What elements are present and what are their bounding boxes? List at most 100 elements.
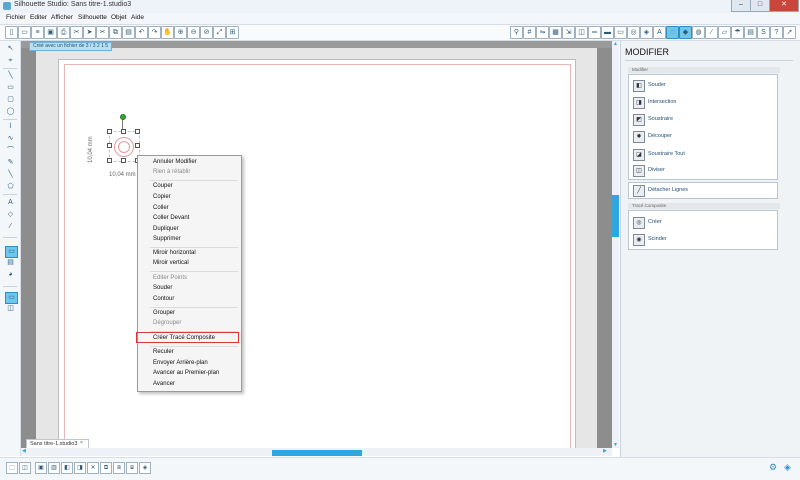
horizontal-scroll-thumb[interactable] bbox=[272, 450, 362, 456]
new-document-icon[interactable]: ▯ bbox=[5, 26, 18, 39]
select-all-icon[interactable]: ⬚ bbox=[6, 462, 18, 474]
rounded-rect-tool-icon[interactable]: ▢ bbox=[5, 95, 16, 105]
scroll-right-icon[interactable]: ▶ bbox=[603, 448, 607, 454]
ellipse-tool-icon[interactable]: ◯ bbox=[5, 107, 16, 117]
library-icon[interactable]: ≡ bbox=[31, 26, 44, 39]
release-compound-icon[interactable]: ◨ bbox=[74, 462, 86, 474]
eraser-icon[interactable]: ▱ bbox=[718, 26, 731, 39]
menu-afficher[interactable]: Afficher bbox=[51, 14, 73, 21]
library-panel-icon[interactable]: ▤ bbox=[744, 26, 757, 39]
ctx-weld[interactable]: Souder bbox=[153, 285, 172, 291]
knife-tool-icon[interactable]: ⁄ bbox=[5, 222, 16, 232]
page-settings-icon[interactable]: ⚲ bbox=[510, 26, 523, 39]
resize-handle-ne[interactable] bbox=[135, 129, 140, 134]
settings-gear-icon[interactable]: ⚙ bbox=[769, 462, 777, 473]
regular-polygon-tool-icon[interactable]: ⬠ bbox=[5, 182, 16, 192]
redo-icon[interactable]: ↷ bbox=[148, 26, 161, 39]
menu-editer[interactable]: Editer bbox=[30, 14, 47, 21]
ctx-bring-to-front[interactable]: Avancer au Premier-plan bbox=[153, 370, 219, 376]
ctx-cut[interactable]: Couper bbox=[153, 183, 173, 189]
menu-silhouette[interactable]: Silhouette bbox=[78, 14, 107, 21]
deselect-icon[interactable]: ◫ bbox=[19, 462, 31, 474]
resize-handle-n[interactable] bbox=[121, 129, 126, 134]
arc-tool-icon[interactable]: ⌒ bbox=[5, 146, 16, 156]
modify-icon[interactable]: ◆ bbox=[679, 26, 692, 39]
menu-objet[interactable]: Objet bbox=[111, 14, 127, 21]
rectangle-tool-icon[interactable]: ▭ bbox=[5, 83, 16, 93]
vertical-scroll-thumb[interactable] bbox=[612, 195, 619, 237]
resize-handle-s[interactable] bbox=[121, 158, 126, 163]
line-tool-icon[interactable]: ╲ bbox=[5, 71, 16, 81]
undo-icon[interactable]: ↶ bbox=[135, 26, 148, 39]
minimize-button[interactable]: – bbox=[731, 0, 751, 12]
replicate-icon[interactable]: ▦ bbox=[549, 26, 562, 39]
select-tool-icon[interactable]: ↖ bbox=[5, 44, 16, 54]
ctx-group[interactable]: Grouper bbox=[153, 310, 175, 316]
text-tool-icon[interactable]: A bbox=[5, 198, 16, 208]
menu-fichier[interactable]: Fichier bbox=[6, 14, 26, 21]
ctx-undo-modify[interactable]: Annuler Modifier bbox=[153, 159, 197, 165]
ctx-duplicate[interactable]: Dupliquer bbox=[153, 226, 179, 232]
ctx-mirror-horizontal[interactable]: Miroir horizontal bbox=[153, 250, 196, 256]
ctx-paste[interactable]: Coller bbox=[153, 205, 169, 211]
polygon-tool-icon[interactable]: ⌇ bbox=[5, 122, 16, 132]
eraser-tool-icon[interactable]: ◇ bbox=[5, 210, 16, 220]
send-icon[interactable]: ➤ bbox=[83, 26, 96, 39]
split-view-icon[interactable]: ◫ bbox=[5, 304, 16, 314]
trace-icon[interactable]: ◍ bbox=[692, 26, 705, 39]
line-style-icon[interactable]: ═ bbox=[588, 26, 601, 39]
panel-options-icon[interactable]: ◈ bbox=[784, 462, 791, 473]
menu-aide[interactable]: Aide bbox=[131, 14, 144, 21]
tab-close-icon[interactable]: × bbox=[80, 440, 83, 446]
duplicate-icon[interactable]: ⧉ bbox=[100, 462, 112, 474]
ctx-send-to-back[interactable]: Envoyer Arrière-plan bbox=[153, 360, 208, 366]
curve-tool-icon[interactable]: ∿ bbox=[5, 134, 16, 144]
point-edit-tool-icon[interactable]: ⌖ bbox=[5, 56, 16, 66]
zoom-page-icon[interactable]: ⊞ bbox=[226, 26, 239, 39]
fill-color-icon[interactable]: ▬ bbox=[601, 26, 614, 39]
rotate-handle[interactable] bbox=[120, 114, 126, 120]
paste-icon[interactable]: ▤ bbox=[122, 26, 135, 39]
zoom-fit-icon[interactable]: ⤢ bbox=[213, 26, 226, 39]
maximize-button[interactable]: □ bbox=[750, 0, 770, 12]
offset-icon[interactable]: ◌ bbox=[666, 26, 679, 39]
resize-handle-e[interactable] bbox=[135, 143, 140, 148]
knife-icon[interactable]: ∕ bbox=[705, 26, 718, 39]
copy-icon[interactable]: ⧉ bbox=[109, 26, 122, 39]
group-icon[interactable]: ▣ bbox=[35, 462, 47, 474]
ctx-send-backward[interactable]: Reculer bbox=[153, 349, 174, 355]
smooth-freehand-tool-icon[interactable]: ╲ bbox=[5, 170, 16, 180]
scroll-left-icon[interactable]: ◀ bbox=[22, 448, 26, 454]
open-folder-icon[interactable]: ▭ bbox=[18, 26, 31, 39]
bring-forward-icon[interactable]: ⧈ bbox=[113, 462, 125, 474]
library-view-icon[interactable]: ▤ bbox=[5, 258, 16, 268]
grid-settings-icon[interactable]: # bbox=[523, 26, 536, 39]
cut-to-silhouette-icon[interactable]: ✂ bbox=[70, 26, 83, 39]
single-page-view-icon[interactable]: ▭ bbox=[5, 292, 18, 304]
make-compound-icon[interactable]: ◧ bbox=[61, 462, 73, 474]
design-store-icon[interactable]: S bbox=[757, 26, 770, 39]
fill-gradient-icon[interactable]: ◎ bbox=[627, 26, 640, 39]
online-store-icon[interactable]: ◕ bbox=[5, 270, 16, 280]
scissors-icon[interactable]: ✂ bbox=[96, 26, 109, 39]
ctx-delete[interactable]: Supprimer bbox=[153, 236, 181, 242]
align-icon[interactable]: ⇋ bbox=[536, 26, 549, 39]
resize-handle-nw[interactable] bbox=[107, 129, 112, 134]
selected-shape-inner[interactable] bbox=[118, 141, 130, 153]
close-window-button[interactable]: ✕ bbox=[769, 0, 799, 12]
ctx-bring-forward[interactable]: Avancer bbox=[153, 381, 175, 387]
scroll-up-icon[interactable]: ▲ bbox=[612, 41, 619, 47]
vertical-scrollbar[interactable] bbox=[612, 41, 619, 448]
zoom-drag-icon[interactable]: ⊘ bbox=[200, 26, 213, 39]
ctx-contour[interactable]: Contour bbox=[153, 296, 174, 302]
send-to-cutter-icon[interactable]: ➚ bbox=[783, 26, 796, 39]
transform-icon[interactable]: ⇲ bbox=[562, 26, 575, 39]
scroll-down-icon[interactable]: ▼ bbox=[612, 442, 619, 448]
store-icon[interactable]: ☂ bbox=[731, 26, 744, 39]
help-icon[interactable]: ? bbox=[770, 26, 783, 39]
ctx-mirror-vertical[interactable]: Miroir vertical bbox=[153, 260, 189, 266]
resize-handle-w[interactable] bbox=[107, 143, 112, 148]
line-color-icon[interactable]: ▭ bbox=[614, 26, 627, 39]
ctx-paste-in-front[interactable]: Coller Devant bbox=[153, 215, 189, 221]
ungroup-icon[interactable]: ▥ bbox=[48, 462, 60, 474]
